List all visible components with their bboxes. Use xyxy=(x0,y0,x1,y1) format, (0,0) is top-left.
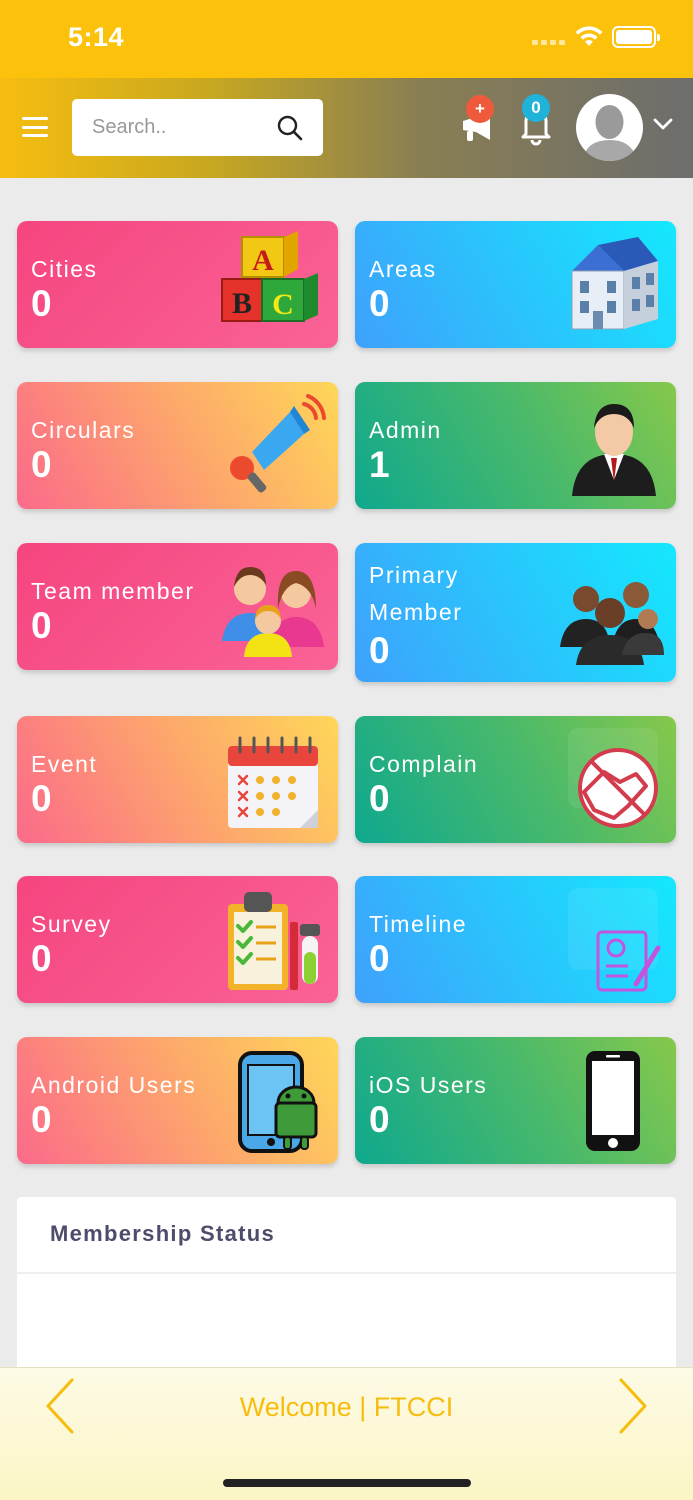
app-header: + 0 xyxy=(0,78,693,178)
calendar-icon xyxy=(228,736,318,828)
family-icon xyxy=(222,567,324,657)
card-title: Areas xyxy=(369,256,437,282)
card-value: 0 xyxy=(369,630,390,671)
avatar[interactable] xyxy=(576,94,643,161)
building-icon xyxy=(571,237,658,330)
card-cities[interactable]: Cities 0 A B C xyxy=(17,221,338,348)
card-primary-member[interactable]: Primary Member 0 xyxy=(355,543,676,682)
card-value: 0 xyxy=(369,938,390,979)
home-indicator[interactable] xyxy=(223,1479,471,1487)
card-title: Circulars xyxy=(31,417,136,443)
card-areas[interactable]: Areas 0 xyxy=(355,221,676,348)
card-event[interactable]: Event 0 xyxy=(17,716,338,843)
card-value: 1 xyxy=(369,444,390,485)
user-silhouette-icon xyxy=(582,105,637,161)
card-android-users[interactable]: Android Users 0 xyxy=(17,1037,338,1164)
card-value: 0 xyxy=(369,283,390,324)
card-team-member[interactable]: Team member 0 xyxy=(17,543,338,670)
bottom-bar: Welcome | FTCCI xyxy=(0,1367,693,1500)
battery-icon xyxy=(612,26,660,48)
card-value: 0 xyxy=(31,605,52,646)
group-icon xyxy=(560,582,664,665)
search-icon[interactable] xyxy=(276,114,304,142)
clipboard-checklist-icon xyxy=(228,892,320,990)
card-circulars[interactable]: Circulars 0 xyxy=(17,382,338,509)
card-value: 0 xyxy=(369,1099,390,1140)
card-survey[interactable]: Survey 0 xyxy=(17,876,338,1003)
notification-count-badge: 0 xyxy=(522,94,550,122)
abc-blocks-icon: A B C xyxy=(221,231,318,322)
svg-text:B: B xyxy=(232,287,252,320)
card-title: Primary Member xyxy=(369,562,463,625)
document-edit-icon xyxy=(568,888,661,992)
announcement-badge: + xyxy=(466,95,494,123)
svg-text:A: A xyxy=(252,244,274,277)
menu-icon[interactable] xyxy=(22,117,48,137)
android-phone-icon xyxy=(238,1051,318,1153)
card-value: 0 xyxy=(369,778,390,819)
card-value: 0 xyxy=(31,1099,52,1140)
welcome-text: Welcome | FTCCI xyxy=(239,1392,454,1422)
announcement-button[interactable]: + xyxy=(458,95,500,145)
card-value: 0 xyxy=(31,283,52,324)
card-complain[interactable]: Complain 0 xyxy=(355,716,676,843)
search-bar[interactable] xyxy=(72,99,323,156)
chevron-down-icon[interactable] xyxy=(652,116,674,132)
card-title: Admin xyxy=(369,417,442,443)
card-title: Timeline xyxy=(369,911,468,937)
card-timeline[interactable]: Timeline 0 xyxy=(355,876,676,1003)
card-value: 0 xyxy=(31,444,52,485)
card-title: Team member xyxy=(31,578,195,604)
wifi-icon xyxy=(575,26,603,46)
status-time: 5:14 xyxy=(68,22,125,52)
svg-text:C: C xyxy=(272,288,294,321)
card-title: iOS Users xyxy=(369,1072,488,1098)
card-title: Cities xyxy=(31,256,98,282)
card-title: Android Users xyxy=(31,1072,197,1098)
card-title: Event xyxy=(31,751,98,777)
card-ios-users[interactable]: iOS Users 0 xyxy=(355,1037,676,1164)
card-admin[interactable]: Admin 1 xyxy=(355,382,676,509)
cellular-signal-icon xyxy=(532,40,568,46)
card-title: Complain xyxy=(369,751,479,777)
status-bar: 5:14 xyxy=(0,0,693,78)
notifications-button[interactable]: 0 xyxy=(518,94,554,146)
megaphone-icon xyxy=(230,394,326,493)
iphone-icon xyxy=(586,1051,640,1151)
divider xyxy=(17,1272,676,1274)
chevron-right-icon[interactable] xyxy=(617,1376,649,1436)
businessman-icon xyxy=(572,404,656,496)
handshake-icon xyxy=(568,728,658,828)
card-title: Survey xyxy=(31,911,112,937)
card-value: 0 xyxy=(31,778,52,819)
membership-status-title: Membership Status xyxy=(50,1221,276,1246)
card-value: 0 xyxy=(31,938,52,979)
search-input[interactable] xyxy=(92,111,272,143)
